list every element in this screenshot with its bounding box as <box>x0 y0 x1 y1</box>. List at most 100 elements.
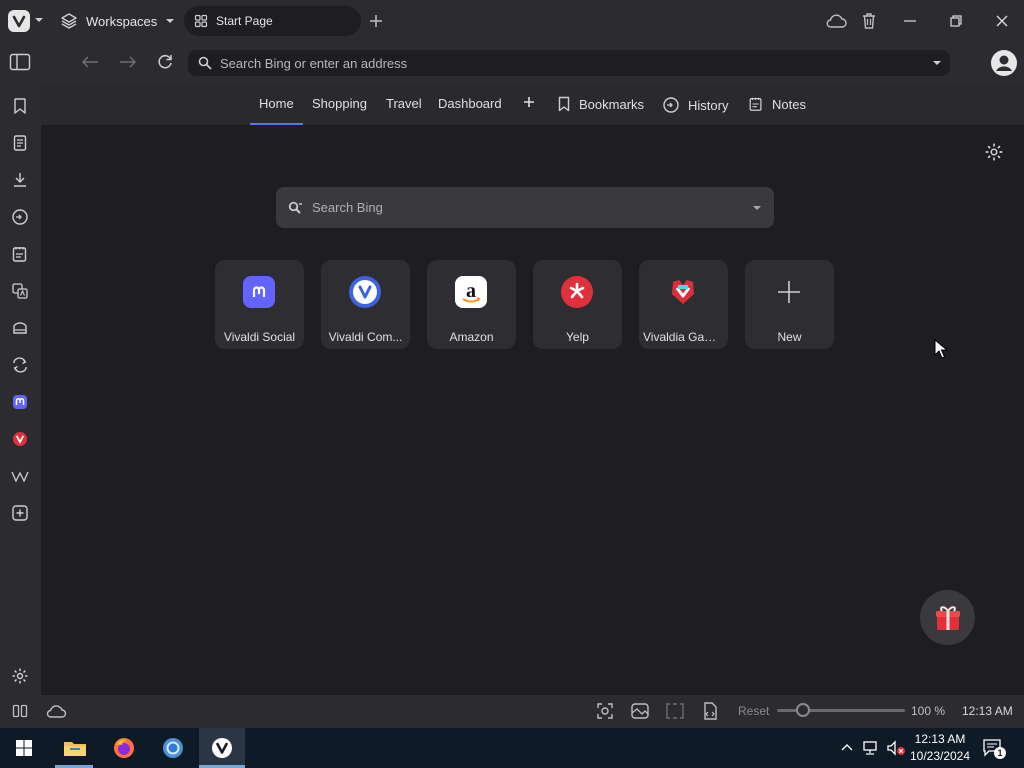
sync-arrows-icon <box>13 357 27 373</box>
taskbar-chrome[interactable] <box>150 728 196 768</box>
speed-dial-amazon[interactable]: a Amazon <box>427 260 516 349</box>
reload-icon[interactable] <box>156 53 174 71</box>
taskbar-firefox[interactable] <box>101 728 147 768</box>
amazon-icon: a <box>455 276 487 308</box>
taskbar-file-explorer[interactable] <box>52 728 98 768</box>
speed-dial-label: New <box>777 330 802 344</box>
zoom-slider-handle[interactable] <box>796 703 810 717</box>
speed-dial-vivaldi-community[interactable]: Vivaldi Com... <box>321 260 410 349</box>
history-icon <box>12 209 28 225</box>
taskbar-clock[interactable]: 12:13 AM 10/23/2024 <box>906 731 974 765</box>
zoom-reset-button[interactable]: Reset <box>738 704 769 718</box>
taskbar-vivaldi[interactable] <box>199 728 245 768</box>
sidebar-item-bookmarks[interactable] <box>9 95 31 117</box>
vivaldi-icon <box>212 738 232 758</box>
plus-icon <box>524 97 534 107</box>
back-arrow-icon[interactable] <box>80 54 100 70</box>
panel-tiling-icon[interactable] <box>12 704 28 718</box>
svg-text:a: a <box>466 280 476 302</box>
tab-home-label: Home <box>259 96 294 111</box>
tab-shopping[interactable]: Shopping <box>312 96 367 111</box>
sidebar-item-wikipedia[interactable] <box>9 465 31 487</box>
speed-dial-label: Vivaldia Gam... <box>643 330 724 344</box>
sidebar-item-notes[interactable] <box>9 243 31 265</box>
history-icon <box>663 97 679 113</box>
tab-home[interactable]: Home <box>259 96 294 111</box>
search-input[interactable]: Search Bing <box>276 187 774 228</box>
firefox-icon <box>114 738 134 758</box>
vivaldi-menu-button[interactable] <box>8 10 30 32</box>
sidebar-item-mastodon[interactable] <box>9 391 31 413</box>
sync-cloud-icon[interactable] <box>825 12 847 30</box>
gift-button[interactable] <box>920 590 975 645</box>
wikipedia-icon <box>11 471 29 483</box>
close-button[interactable] <box>992 12 1012 30</box>
image-toggle-icon[interactable] <box>630 702 650 720</box>
download-icon <box>14 173 26 187</box>
tab-dashboard[interactable]: Dashboard <box>438 96 502 111</box>
panel-toggle-icon[interactable] <box>9 53 31 71</box>
minimize-button[interactable] <box>900 12 920 30</box>
sidebar-item-settings[interactable] <box>9 665 31 687</box>
workspaces-label: Workspaces <box>86 13 158 29</box>
action-center-button[interactable]: 1 <box>982 738 1006 760</box>
network-icon[interactable] <box>862 740 880 756</box>
chevron-down-icon[interactable] <box>34 16 44 24</box>
sidebar-item-add-panel[interactable] <box>9 502 31 524</box>
notification-badge: 1 <box>994 747 1006 759</box>
show-hidden-icons-chevron-icon[interactable] <box>840 742 854 752</box>
sidebar-item-reading-list[interactable] <box>9 132 31 154</box>
status-clock[interactable]: 12:13 AM <box>962 704 1013 718</box>
nav-notes[interactable]: Notes <box>748 96 806 112</box>
active-tab-indicator <box>250 123 303 125</box>
page-actions-icon[interactable] <box>701 701 719 721</box>
speed-dial-vivaldia-games[interactable]: Vivaldia Gam... <box>639 260 728 349</box>
start-page-settings-gear-icon[interactable] <box>984 142 1004 162</box>
tab-travel-label: Travel <box>386 96 422 111</box>
tab-travel[interactable]: Travel <box>386 96 422 111</box>
chevron-down-icon[interactable] <box>932 59 942 67</box>
layers-icon <box>61 13 77 29</box>
workspaces-button[interactable]: Workspaces <box>60 10 175 32</box>
volume-muted-icon[interactable] <box>886 740 906 756</box>
translate-icon <box>12 283 28 299</box>
zoom-level: 100 % <box>911 704 946 718</box>
search-engine-dropdown-icon[interactable] <box>752 204 762 212</box>
nav-history[interactable]: History <box>662 96 728 114</box>
sidebar-item-downloads[interactable] <box>9 169 31 191</box>
new-tab-plus-icon[interactable] <box>367 12 385 30</box>
trash-icon[interactable] <box>860 11 878 31</box>
sidebar-item-mail[interactable] <box>9 317 31 339</box>
start-button[interactable] <box>1 728 47 768</box>
speed-dial-yelp[interactable]: Yelp <box>533 260 622 349</box>
mouse-cursor-icon <box>934 339 948 359</box>
profile-avatar-icon[interactable] <box>990 49 1018 77</box>
mastodon-icon <box>243 276 275 308</box>
windows-logo-icon <box>16 740 32 756</box>
notes-icon <box>749 97 762 111</box>
tab-start-page[interactable]: Start Page <box>184 6 361 36</box>
bookmark-icon <box>558 96 570 112</box>
add-group-button[interactable] <box>522 95 536 109</box>
capture-icon[interactable] <box>596 702 614 720</box>
speed-dial-label: Yelp <box>566 330 589 344</box>
sync-status-cloud-icon[interactable] <box>45 703 67 719</box>
vivaldi-icon <box>349 276 381 308</box>
search-icon <box>288 201 302 214</box>
restore-button[interactable] <box>946 12 966 30</box>
sidebar-item-translate[interactable] <box>9 280 31 302</box>
sidebar-item-sync[interactable] <box>9 354 31 376</box>
reading-list-icon <box>13 135 27 151</box>
address-placeholder: Search Bing or enter an address <box>220 55 408 71</box>
vivaldia-game-icon <box>667 276 699 308</box>
sidebar-item-vivaldi[interactable] <box>9 428 31 450</box>
address-field[interactable]: Search Bing or enter an address <box>188 50 950 76</box>
nav-history-label: History <box>688 97 729 113</box>
forward-arrow-icon[interactable] <box>118 54 138 70</box>
nav-bookmarks[interactable]: Bookmarks <box>557 96 644 112</box>
page-tiling-icon[interactable] <box>665 702 685 720</box>
sidebar-item-history[interactable] <box>9 206 31 228</box>
speed-dial-new[interactable]: New <box>745 260 834 349</box>
start-page <box>41 84 1024 695</box>
speed-dial-vivaldi-social[interactable]: Vivaldi Social <box>215 260 304 349</box>
